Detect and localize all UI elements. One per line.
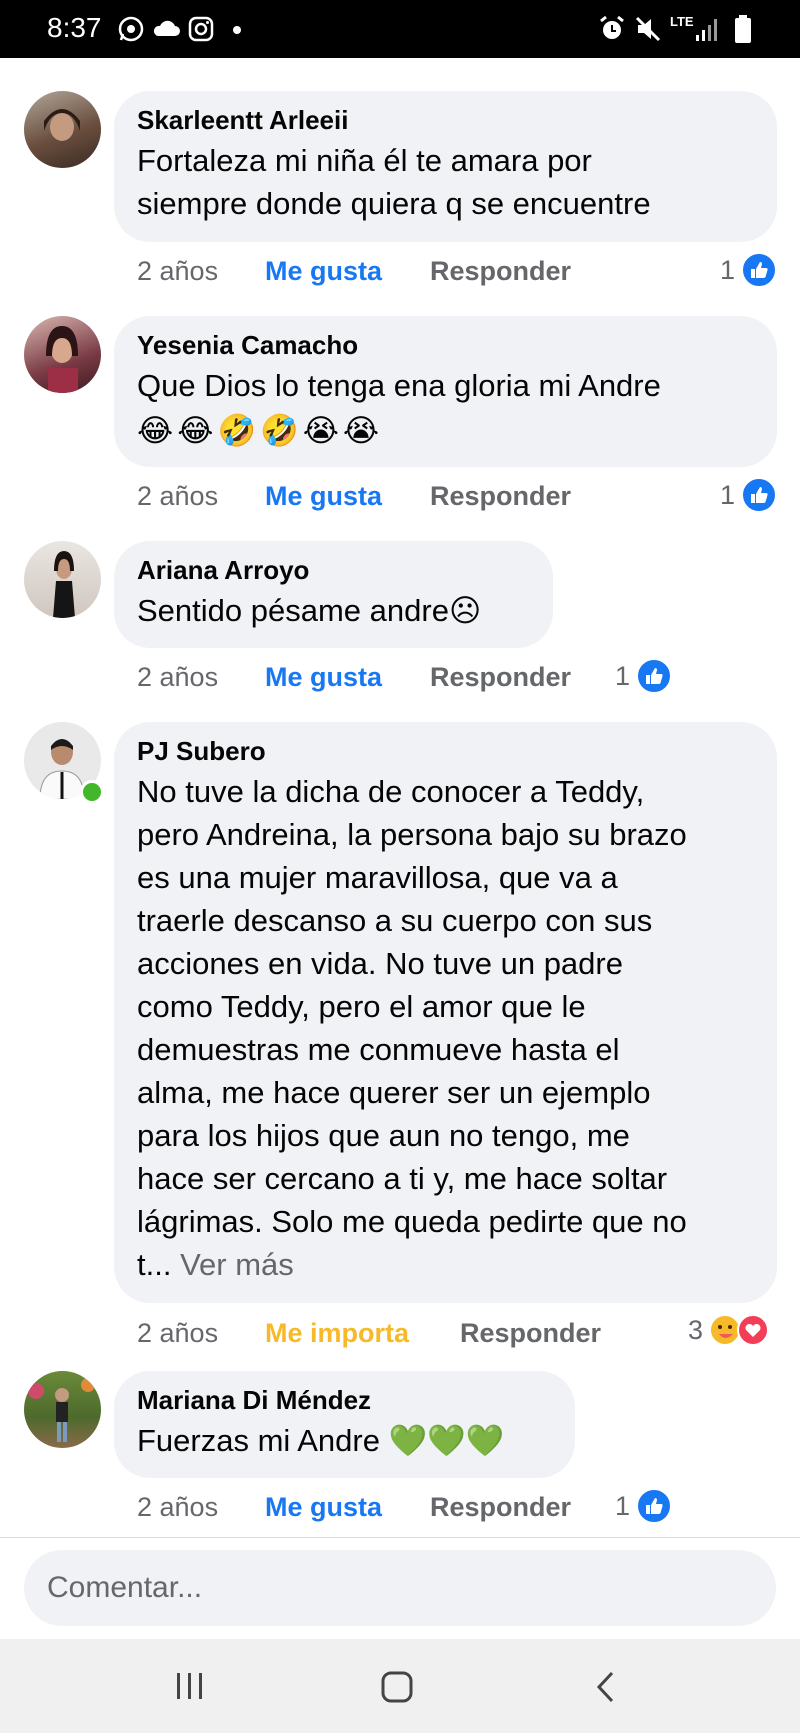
comment-time[interactable]: 2 años	[137, 256, 218, 287]
reaction-summary[interactable]: 1	[615, 1488, 673, 1524]
reaction-summary[interactable]: 3	[688, 1314, 770, 1346]
like-button[interactable]: Me gusta	[265, 481, 382, 512]
reply-button[interactable]: Responder	[430, 1492, 571, 1523]
care-button[interactable]: Me importa	[265, 1318, 409, 1349]
reply-button[interactable]: Responder	[430, 481, 571, 512]
comments-list[interactable]: Skarleentt Arleeii Fortaleza mi niña él …	[0, 58, 800, 1537]
comment-author[interactable]: Ariana Arroyo	[137, 555, 529, 585]
reaction-count: 3	[688, 1314, 704, 1345]
like-button[interactable]: Me gusta	[265, 1492, 382, 1523]
comment-bubble[interactable]: Ariana Arroyo Sentido pésame andre☹	[114, 541, 553, 648]
alarm-icon	[600, 15, 624, 39]
avatar[interactable]	[24, 1371, 101, 1448]
reaction-summary[interactable]: 1	[615, 658, 673, 694]
comment-text: No tuve la dicha de conocer a Teddy, per…	[137, 774, 687, 1282]
avatar[interactable]	[24, 541, 101, 618]
online-status-icon	[80, 780, 104, 804]
comment-author[interactable]: Mariana Di Méndez	[137, 1385, 551, 1415]
comment-time[interactable]: 2 años	[137, 662, 218, 693]
reply-button[interactable]: Responder	[430, 662, 571, 693]
avatar[interactable]	[24, 91, 101, 168]
emoji-line: 😂 😂 🤣 🤣 😭 😭	[137, 413, 380, 448]
comment-composer-bar: Comentar...	[0, 1537, 800, 1640]
reply-button[interactable]: Responder	[430, 256, 571, 287]
see-more-link[interactable]: Ver más	[180, 1247, 294, 1282]
comment-text: Fortaleza mi niña él te amara por siempr…	[137, 143, 651, 221]
comment-author[interactable]: PJ Subero	[137, 736, 753, 766]
like-button[interactable]: Me gusta	[265, 662, 382, 693]
notification-dot-icon	[233, 26, 241, 34]
network-type: LTE	[670, 14, 694, 29]
cloud-icon	[153, 20, 180, 36]
comment-bubble[interactable]: Mariana Di Méndez Fuerzas mi Andre 💚💚💚	[114, 1371, 575, 1478]
instagram-icon	[188, 16, 214, 42]
like-reaction-icon	[636, 658, 673, 694]
comment-time[interactable]: 2 años	[137, 1318, 218, 1349]
avatar[interactable]	[24, 316, 101, 393]
reply-button[interactable]: Responder	[460, 1318, 601, 1349]
comment-bubble[interactable]: Skarleentt Arleeii Fortaleza mi niña él …	[114, 91, 777, 242]
home-icon[interactable]	[380, 1670, 414, 1704]
comment-time[interactable]: 2 años	[137, 481, 218, 512]
signal-icon	[696, 19, 717, 41]
status-bar: 8:37 LTE	[0, 0, 800, 58]
reaction-summary[interactable]: 1	[720, 252, 778, 288]
whatsapp-icon	[118, 16, 144, 42]
reaction-summary[interactable]: 1	[720, 477, 778, 513]
mute-icon	[635, 16, 661, 42]
recent-apps-icon[interactable]	[174, 1670, 206, 1702]
system-nav-bar	[0, 1639, 800, 1733]
comment-text: Que Dios lo tenga ena gloria mi Andre 😂 😂…	[137, 364, 753, 452]
battery-icon	[735, 15, 751, 43]
comment-text: Fuerzas mi Andre 💚💚💚	[137, 1423, 505, 1458]
comment-time[interactable]: 2 años	[137, 1492, 218, 1523]
like-button[interactable]: Me gusta	[265, 256, 382, 287]
reaction-count: 1	[720, 254, 736, 285]
like-reaction-icon	[741, 252, 778, 288]
clock: 8:37	[47, 12, 102, 43]
comment-text: Sentido pésame andre☹	[137, 593, 482, 628]
back-icon[interactable]	[592, 1670, 622, 1704]
like-reaction-icon	[636, 1488, 673, 1524]
reaction-count: 1	[615, 660, 631, 691]
comment-author[interactable]: Skarleentt Arleeii	[137, 105, 753, 135]
comment-bubble[interactable]: Yesenia Camacho Que Dios lo tenga ena gl…	[114, 316, 777, 467]
reaction-count: 1	[615, 1490, 631, 1521]
like-reaction-icon	[741, 477, 778, 513]
comment-author[interactable]: Yesenia Camacho	[137, 330, 753, 360]
reaction-count: 1	[720, 479, 736, 510]
love-reaction-icon	[737, 1314, 770, 1346]
comment-input[interactable]: Comentar...	[24, 1550, 776, 1626]
comment-bubble[interactable]: PJ Subero No tuve la dicha de conocer a …	[114, 722, 777, 1303]
